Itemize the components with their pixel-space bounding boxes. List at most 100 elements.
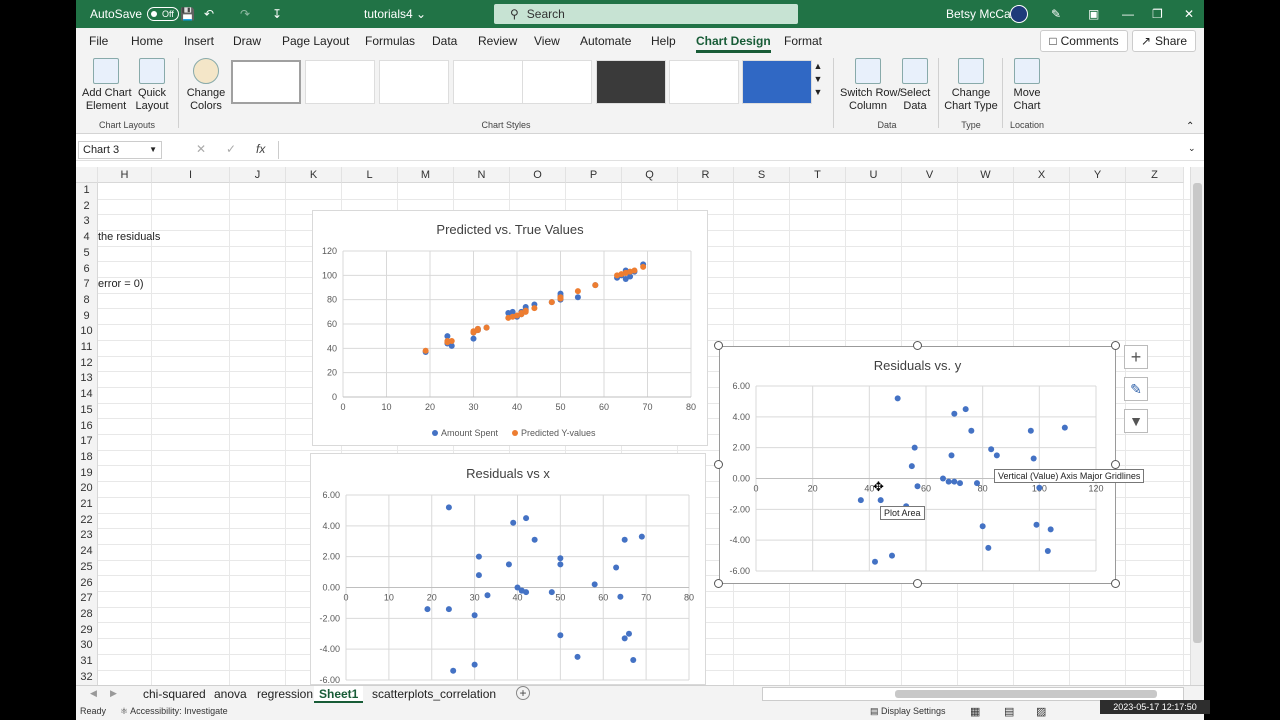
row-header-14[interactable]: 14: [76, 387, 98, 404]
column-header-h[interactable]: H: [98, 167, 152, 183]
quick-layout-button[interactable]: Quick Layout: [132, 58, 172, 113]
column-header-l[interactable]: L: [342, 167, 398, 183]
column-header-m[interactable]: M: [398, 167, 454, 183]
menu-formulas[interactable]: Formulas: [365, 34, 415, 48]
row-header-12[interactable]: 12: [76, 355, 98, 372]
row-header-5[interactable]: 5: [76, 245, 98, 262]
menu-chart-design[interactable]: Chart Design: [696, 34, 771, 53]
chart-style-1[interactable]: [231, 60, 301, 104]
add-sheet-icon[interactable]: +: [516, 686, 530, 700]
row-header-13[interactable]: 13: [76, 371, 98, 388]
search-box[interactable]: ⚲ Search: [494, 4, 798, 24]
select-data-button[interactable]: Select Data: [896, 58, 934, 113]
resize-handle[interactable]: [913, 579, 922, 588]
chart-style-3[interactable]: [379, 60, 449, 104]
row-header-8[interactable]: 8: [76, 292, 98, 309]
chart-style-7[interactable]: [669, 60, 739, 104]
column-header-t[interactable]: T: [790, 167, 846, 183]
resize-handle[interactable]: [1111, 579, 1120, 588]
page-layout-view-icon[interactable]: ▤: [1004, 705, 1014, 718]
select-all-corner[interactable]: [76, 167, 98, 183]
row-header-28[interactable]: 28: [76, 606, 98, 623]
redo-icon[interactable]: ↷: [240, 0, 250, 28]
autosave[interactable]: AutoSave Off: [90, 0, 180, 28]
chart-elements-plus-icon[interactable]: +: [1124, 345, 1148, 369]
share-button[interactable]: ↗ Share: [1132, 30, 1196, 52]
resize-handle[interactable]: [714, 460, 723, 469]
restore-icon[interactable]: ❐: [1152, 0, 1163, 28]
row-header-25[interactable]: 25: [76, 559, 98, 576]
row-header-30[interactable]: 30: [76, 638, 98, 655]
resize-handle[interactable]: [1111, 460, 1120, 469]
row-header-27[interactable]: 27: [76, 591, 98, 608]
styles-scroll-icon[interactable]: ▲ ▼ ▼: [812, 60, 824, 99]
row-header-22[interactable]: 22: [76, 512, 98, 529]
ribbon-display-icon[interactable]: ▣: [1088, 0, 1099, 28]
add-chart-element-button[interactable]: Add Chart Element: [82, 58, 132, 113]
menu-format[interactable]: Format: [784, 34, 822, 48]
page-break-view-icon[interactable]: ▨: [1036, 705, 1046, 718]
row-header-15[interactable]: 15: [76, 402, 98, 419]
chart-styles-brush-icon[interactable]: ✎: [1124, 377, 1148, 401]
horizontal-scrollbar[interactable]: [762, 687, 1184, 701]
row-header-31[interactable]: 31: [76, 654, 98, 670]
tab-sheet1[interactable]: Sheet1: [314, 686, 364, 703]
column-header-q[interactable]: Q: [622, 167, 678, 183]
row-header-32[interactable]: 32: [76, 669, 98, 686]
menu-help[interactable]: Help: [651, 34, 676, 48]
row-header-21[interactable]: 21: [76, 497, 98, 513]
avatar[interactable]: [1010, 5, 1028, 23]
column-header-y[interactable]: Y: [1070, 167, 1126, 183]
row-header-16[interactable]: 16: [76, 418, 98, 435]
scroll-thumb[interactable]: [1193, 183, 1202, 643]
expand-formula-icon[interactable]: ⌄: [1188, 143, 1196, 154]
chart-residuals-vs-y[interactable]: Residuals vs. y -6.00 -4.00 -2.00 0.00 2.00 4.…: [719, 346, 1116, 584]
collapse-ribbon-icon[interactable]: ⌃: [1186, 120, 1194, 133]
cell-h4[interactable]: the residuals: [98, 231, 160, 243]
chart-style-8[interactable]: [742, 60, 812, 104]
row-header-17[interactable]: 17: [76, 434, 98, 451]
menu-insert[interactable]: Insert: [184, 34, 214, 48]
row-header-26[interactable]: 26: [76, 575, 98, 592]
menu-page-layout[interactable]: Page Layout: [282, 34, 349, 48]
menu-file[interactable]: File: [89, 34, 108, 48]
chart-style-2[interactable]: [305, 60, 375, 104]
save-icon[interactable]: 💾: [180, 0, 195, 28]
menu-draw[interactable]: Draw: [233, 34, 261, 48]
minimize-icon[interactable]: —: [1122, 0, 1134, 28]
column-header-u[interactable]: U: [846, 167, 902, 183]
chart-predicted-vs-true[interactable]: Predicted vs. True Values 0 20 40 60 80 100 120…: [312, 210, 708, 446]
resize-handle[interactable]: [714, 341, 723, 350]
column-header-p[interactable]: P: [566, 167, 622, 183]
row-header-10[interactable]: 10: [76, 324, 98, 341]
chart-style-6[interactable]: [596, 60, 666, 104]
chart-style-4[interactable]: [453, 60, 523, 104]
comments-button[interactable]: □ Comments: [1040, 30, 1128, 52]
display-settings[interactable]: ▤ Display Settings: [870, 706, 946, 717]
row-header-3[interactable]: 3: [76, 214, 98, 231]
tab-prev-icon[interactable]: ◀: [90, 688, 97, 699]
row-header-11[interactable]: 11: [76, 340, 98, 356]
tab-regression[interactable]: regression: [252, 686, 318, 703]
undo-icon[interactable]: ↶: [204, 0, 214, 28]
formula-input[interactable]: [278, 141, 1190, 159]
chart-filters-funnel-icon[interactable]: ▼: [1124, 409, 1148, 433]
menu-review[interactable]: Review: [478, 34, 517, 48]
column-header-w[interactable]: W: [958, 167, 1014, 183]
column-header-o[interactable]: O: [510, 167, 566, 183]
enter-icon[interactable]: ✓: [226, 142, 236, 156]
row-header-1[interactable]: 1: [76, 183, 98, 199]
tab-chi-squared[interactable]: chi-squared: [138, 686, 211, 703]
normal-view-icon[interactable]: ▦: [970, 705, 980, 718]
tab-scatterplots-correlation[interactable]: scatterplots_correlation: [367, 686, 501, 703]
column-header-r[interactable]: R: [678, 167, 734, 183]
row-header-2[interactable]: 2: [76, 198, 98, 215]
row-header-20[interactable]: 20: [76, 481, 98, 498]
move-chart-button[interactable]: Move Chart: [1006, 58, 1048, 113]
menu-automate[interactable]: Automate: [580, 34, 631, 48]
close-icon[interactable]: ✕: [1184, 0, 1194, 28]
h-scroll-thumb[interactable]: [895, 690, 1157, 698]
column-header-n[interactable]: N: [454, 167, 510, 183]
row-header-24[interactable]: 24: [76, 544, 98, 561]
chart-style-5[interactable]: [522, 60, 592, 104]
